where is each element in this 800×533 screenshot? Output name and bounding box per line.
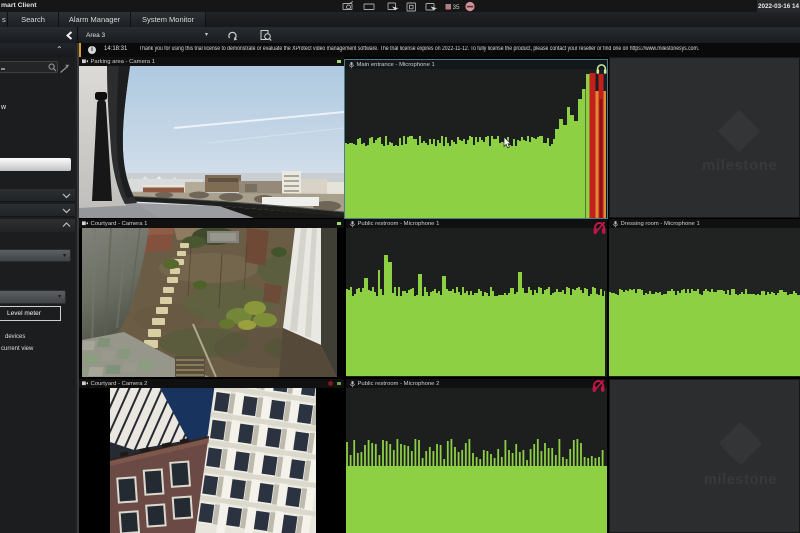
svg-text:35: 35 bbox=[453, 4, 461, 11]
